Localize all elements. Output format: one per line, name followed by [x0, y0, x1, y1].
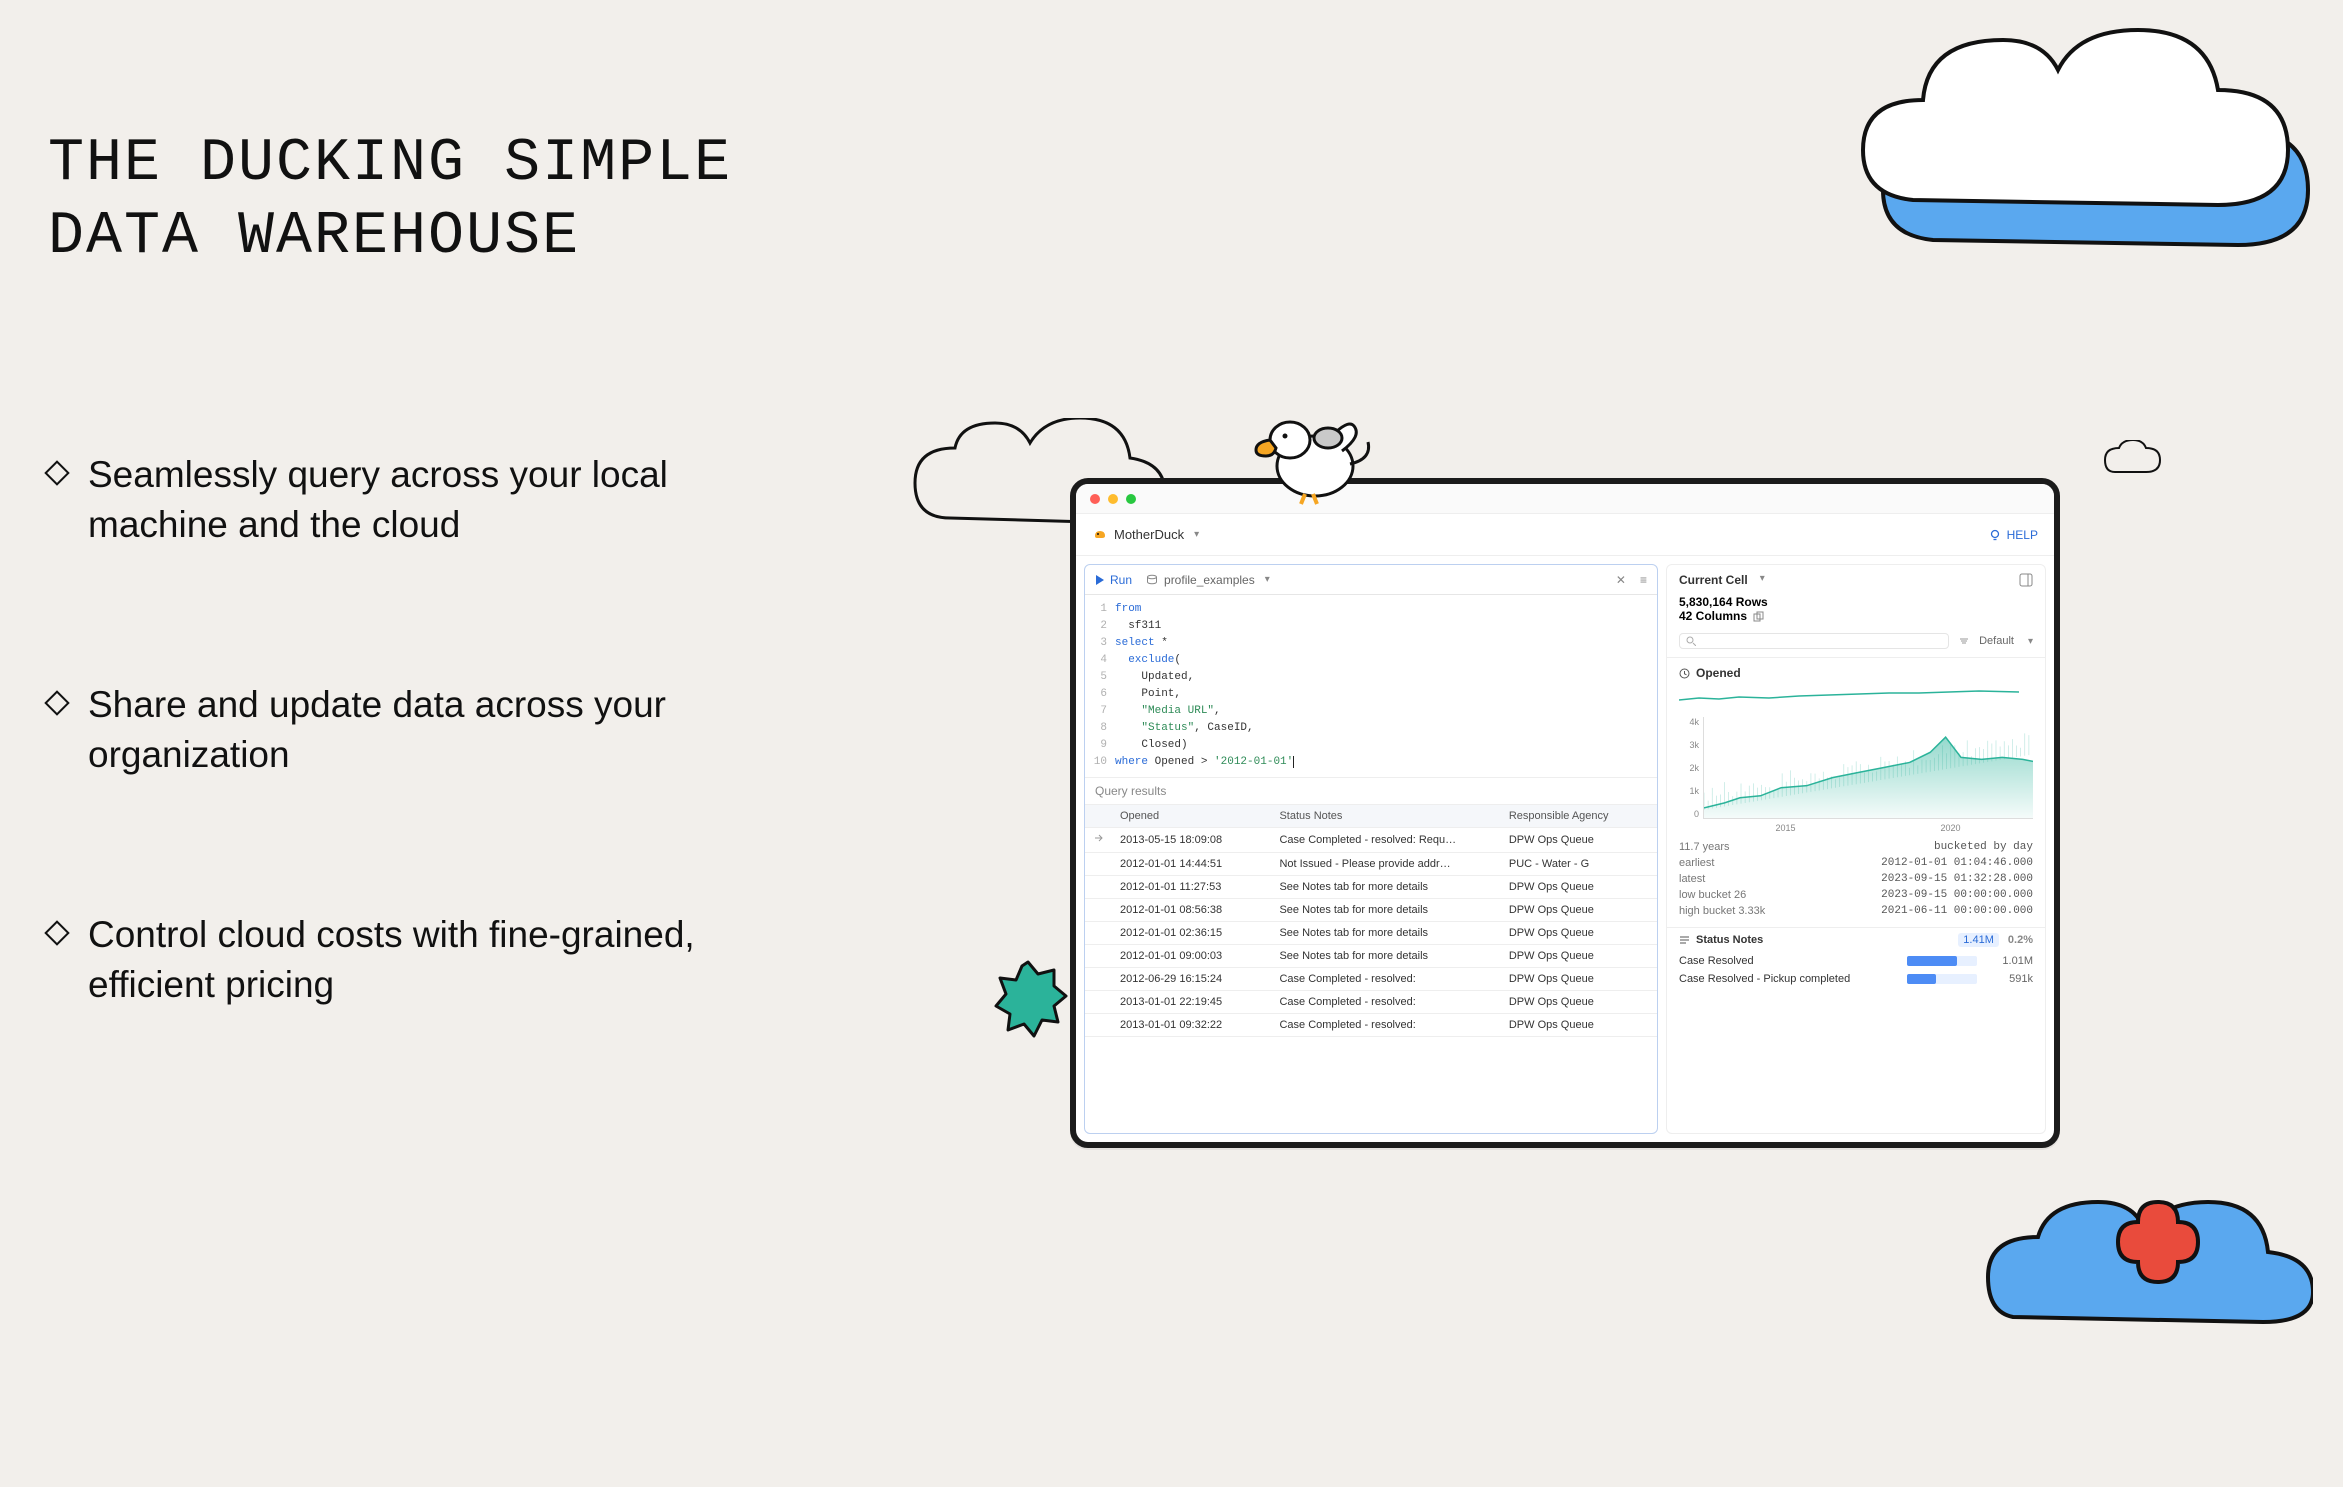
brand-label: MotherDuck: [1114, 527, 1184, 542]
column-header[interactable]: Status Notes: [1271, 805, 1500, 828]
sort-icon[interactable]: [1959, 636, 1969, 646]
hero-title: THE DUCKING SIMPLE DATA WAREHOUSE: [48, 128, 808, 274]
bullet-list: Seamlessly query across your local machi…: [48, 450, 818, 1010]
chevron-down-icon: ▾: [1194, 529, 1199, 540]
total-pill: 1.41M: [1958, 933, 1999, 947]
stat-row: low bucket 262023-09-15 00:00:00.000: [1679, 887, 2033, 903]
close-tab-button[interactable]: ✕: [1616, 573, 1626, 587]
inspector-pane: Current Cell ▾ 5,830,164 Rows 42 Columns…: [1666, 564, 2046, 1134]
help-link[interactable]: HELP: [1989, 528, 2038, 542]
results-table-container[interactable]: OpenedStatus NotesResponsible Agency2013…: [1085, 804, 1657, 1133]
stat-row: latest2023-09-15 01:32:28.000: [1679, 871, 2033, 887]
bullet-text: Control cloud costs with fine-grained, e…: [88, 910, 818, 1010]
row-count: 5,830,164 Rows: [1679, 595, 1768, 609]
hero-title-line2: DATA WAREHOUSE: [48, 203, 580, 271]
clock-icon: [1679, 668, 1690, 679]
query-tab-label: profile_examples: [1164, 573, 1255, 587]
column-name-label: Opened: [1696, 666, 1741, 680]
table-row[interactable]: 2013-01-01 09:32:22Case Completed - reso…: [1085, 1014, 1657, 1037]
bullet-text: Seamlessly query across your local machi…: [88, 450, 818, 550]
bucket-label: bucketed by day: [1934, 841, 2033, 853]
query-tab[interactable]: profile_examples ▾: [1146, 573, 1270, 587]
results-section-label: Query results: [1085, 777, 1657, 804]
table-row[interactable]: 2012-01-01 11:27:53See Notes tab for mor…: [1085, 876, 1657, 899]
column-header[interactable]: [1085, 805, 1112, 828]
row-expand-icon: [1085, 828, 1112, 853]
app-header: MotherDuck ▾ HELP: [1076, 514, 2054, 556]
chevron-down-icon: ▾: [1265, 574, 1270, 585]
run-button[interactable]: Run: [1095, 573, 1132, 587]
duck-logo-icon: [1092, 527, 1108, 543]
panel-toggle-icon[interactable]: [2019, 573, 2033, 587]
diamond-icon: [44, 690, 69, 715]
editor-menu-button[interactable]: ≡: [1640, 573, 1647, 587]
bullet-item: Share and update data across your organi…: [48, 680, 818, 780]
histogram-row[interactable]: Case Resolved - Pickup completed591k: [1667, 970, 2045, 988]
column-card-opened: Opened 4k3k2k1k0: [1667, 658, 2045, 927]
chevron-down-icon[interactable]: ▾: [1760, 573, 1765, 584]
chevron-down-icon[interactable]: ▾: [2028, 636, 2033, 647]
sql-editor[interactable]: 1from2 sf3113select *4 exclude(5 Updated…: [1085, 595, 1657, 777]
copy-icon[interactable]: [1753, 611, 1764, 622]
play-icon: [1095, 575, 1105, 585]
window-close-icon[interactable]: [1090, 494, 1100, 504]
column-header[interactable]: Opened: [1112, 805, 1271, 828]
app-window: MotherDuck ▾ HELP Run profile_examples ▾: [1070, 478, 2060, 1148]
text-icon: [1679, 935, 1690, 946]
bullet-item: Seamlessly query across your local machi…: [48, 450, 818, 550]
window-titlebar: [1076, 484, 2054, 514]
lightbulb-icon: [1989, 529, 2001, 541]
window-zoom-icon[interactable]: [1126, 494, 1136, 504]
histogram-row[interactable]: Case Resolved1.01M: [1667, 952, 2045, 970]
hero-title-line1: THE DUCKING SIMPLE: [48, 130, 732, 198]
cloud-decor-tiny: [2103, 440, 2163, 480]
bullet-text: Share and update data across your organi…: [88, 680, 818, 780]
table-row[interactable]: 2012-01-01 02:36:15See Notes tab for mor…: [1085, 922, 1657, 945]
search-icon: [1686, 636, 1696, 646]
stat-row: earliest2012-01-01 01:04:46.000: [1679, 855, 2033, 871]
pct-label: 0.2%: [2008, 934, 2033, 946]
diamond-icon: [44, 460, 69, 485]
star-badge-decor: [988, 960, 1068, 1040]
window-minimize-icon[interactable]: [1108, 494, 1118, 504]
opened-histogram: 4k3k2k1k0 20152020: [1679, 717, 2033, 837]
table-row[interactable]: 2013-05-15 18:09:08Case Completed - reso…: [1085, 828, 1657, 853]
diamond-icon: [44, 920, 69, 945]
column-card-status-notes: Status Notes 1.41M 0.2%: [1667, 927, 2045, 952]
inspector-title: Current Cell: [1679, 573, 1748, 587]
column-name-label: Status Notes: [1696, 934, 1763, 946]
span-label: 11.7 years: [1679, 841, 1730, 853]
duck-mascot: [1250, 396, 1380, 506]
table-row[interactable]: 2012-06-29 16:15:24Case Completed - reso…: [1085, 968, 1657, 991]
results-table: OpenedStatus NotesResponsible Agency2013…: [1085, 805, 1657, 1037]
bullet-item: Control cloud costs with fine-grained, e…: [48, 910, 818, 1010]
database-icon: [1146, 574, 1158, 586]
table-row[interactable]: 2012-01-01 08:56:38See Notes tab for mor…: [1085, 899, 1657, 922]
table-row[interactable]: 2013-01-01 22:19:45Case Completed - reso…: [1085, 991, 1657, 1014]
col-count: 42 Columns: [1679, 609, 1747, 623]
table-row[interactable]: 2012-01-01 09:00:03See Notes tab for mor…: [1085, 945, 1657, 968]
table-row[interactable]: 2012-01-01 14:44:51Not Issued - Please p…: [1085, 853, 1657, 876]
column-header[interactable]: Responsible Agency: [1501, 805, 1657, 828]
editor-pane: Run profile_examples ▾ ✕ ≡ 1from2 sf3113…: [1084, 564, 1658, 1134]
flower-decor: [2113, 1197, 2203, 1287]
run-label: Run: [1110, 573, 1132, 587]
help-label: HELP: [2007, 528, 2038, 542]
sparkline: [1679, 686, 2019, 704]
brand-menu[interactable]: MotherDuck ▾: [1092, 527, 1199, 543]
editor-toolbar: Run profile_examples ▾ ✕ ≡: [1085, 565, 1657, 595]
inspector-search-input[interactable]: [1679, 633, 1949, 649]
cloud-decor-large: [1853, 20, 2343, 280]
sort-mode[interactable]: Default: [1979, 635, 2014, 647]
stat-row: high bucket 3.33k2021-06-11 00:00:00.000: [1679, 903, 2033, 919]
